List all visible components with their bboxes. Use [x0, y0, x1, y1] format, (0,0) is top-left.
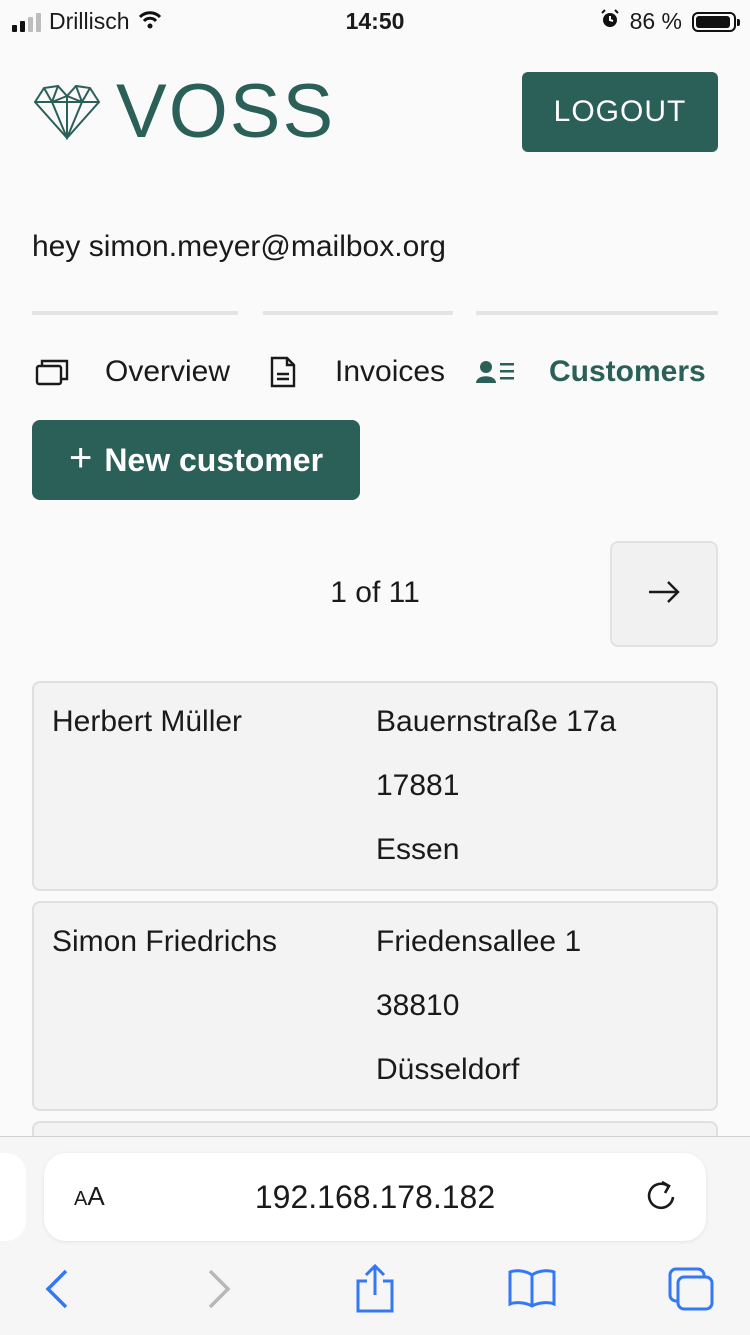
heart-diamond-icon	[32, 80, 102, 145]
brand-logo[interactable]: VOSS	[32, 74, 335, 150]
next-page-button[interactable]	[610, 541, 718, 647]
new-customer-label: New customer	[104, 441, 324, 478]
url-text: 192.168.178.182	[254, 1179, 496, 1215]
customer-street: Bauernstraße 17a	[376, 705, 617, 738]
tab-customers[interactable]: Customers	[476, 352, 706, 392]
arrow-right-icon	[647, 580, 681, 609]
tab-divider-invoices	[263, 311, 453, 315]
tab-invoices-label: Invoices	[335, 355, 446, 388]
customer-card[interactable]: Herbert Müller Bauernstraße 17a 17881 Es…	[32, 681, 718, 891]
tab-divider-overview	[32, 311, 238, 315]
reload-icon[interactable]	[644, 1177, 680, 1220]
plus-icon: +	[68, 436, 93, 480]
address-bar[interactable]: AA 192.168.178.182	[44, 1153, 706, 1241]
customer-zip: 17881	[376, 769, 460, 802]
customer-card[interactable]: Simon Friedrichs Friedensallee 1 38810 D…	[32, 901, 718, 1111]
status-bar: Drillisch 14:50 86 %	[0, 0, 750, 44]
brand-name: VOSS	[116, 69, 336, 154]
customer-city: Düsseldorf	[376, 1053, 520, 1086]
customer-street: Friedensallee 1	[376, 925, 582, 958]
tab-customers-label: Customers	[549, 355, 706, 388]
contacts-icon	[476, 352, 516, 392]
bookmarks-icon[interactable]	[507, 1267, 557, 1314]
back-icon[interactable]	[42, 1267, 72, 1316]
customer-name: Simon Friedrichs	[52, 925, 278, 958]
new-customer-button[interactable]: + New customer	[32, 420, 360, 500]
customer-address: Bauernstraße 17a 17881 Essen	[376, 690, 616, 882]
customer-name: Herbert Müller	[52, 705, 243, 738]
share-icon[interactable]	[354, 1263, 396, 1320]
tab-divider-customers	[476, 311, 718, 315]
tabs-icon[interactable]	[666, 1265, 716, 1318]
customer-address: Friedensallee 1 38810 Düsseldorf	[376, 910, 581, 1102]
tab-invoices[interactable]: Invoices	[263, 352, 445, 392]
tab-overview-label: Overview	[105, 355, 231, 388]
logout-button[interactable]: LOGOUT	[522, 72, 718, 152]
forward-icon[interactable]	[204, 1267, 234, 1316]
tab-overview[interactable]: Overview	[32, 352, 230, 392]
alarm-icon	[600, 8, 620, 35]
previous-tab-preview[interactable]	[0, 1153, 26, 1241]
status-right: 86 %	[600, 8, 740, 35]
customer-city: Essen	[376, 833, 460, 866]
greeting-text: hey simon.meyer@mailbox.org	[32, 230, 446, 263]
customer-zip: 38810	[376, 989, 460, 1022]
document-icon	[263, 352, 303, 392]
battery-icon	[692, 11, 740, 32]
overview-icon	[32, 352, 72, 392]
browser-toolbar: AA 192.168.178.182	[0, 1136, 750, 1335]
battery-percent: 86 %	[629, 8, 682, 34]
